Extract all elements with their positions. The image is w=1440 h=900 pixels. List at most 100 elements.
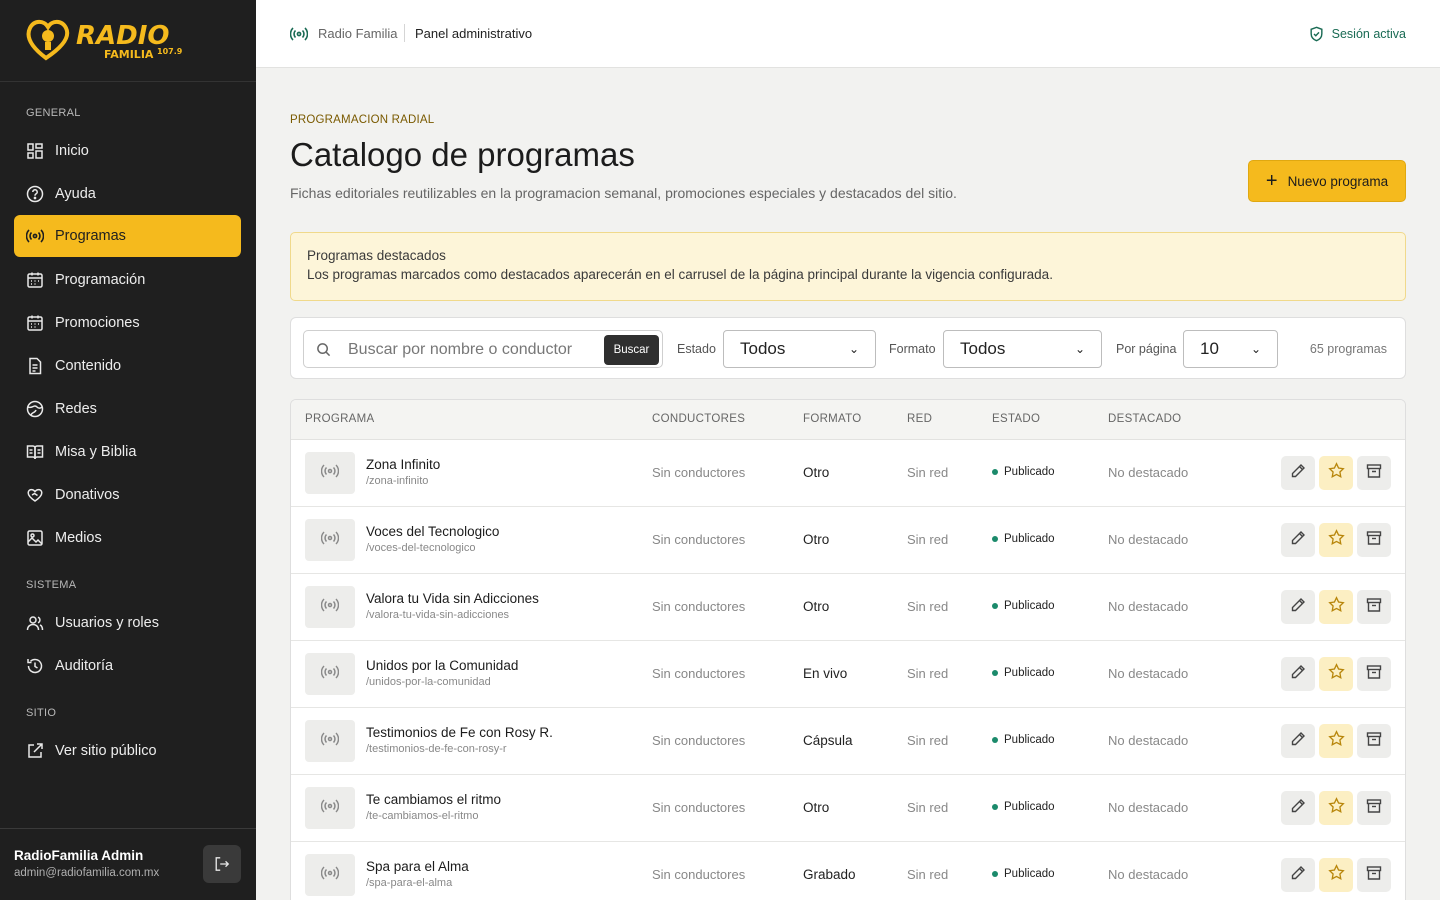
feature-button[interactable]	[1319, 590, 1353, 624]
sidebar-item-label: Programas	[55, 228, 126, 244]
breadcrumb-home[interactable]: Radio Familia	[318, 26, 397, 41]
program-slug: /valora-tu-vida-sin-adicciones	[366, 609, 510, 621]
edit-button[interactable]	[1281, 590, 1315, 624]
section-label-sistema: SISTEMA	[26, 579, 77, 591]
program-featured: No destacado	[1108, 800, 1189, 815]
sidebar-item-ver-sitio[interactable]: Ver sitio público	[14, 730, 241, 772]
program-featured: No destacado	[1108, 599, 1189, 614]
archive-button[interactable]	[1357, 590, 1391, 624]
edit-button[interactable]	[1281, 791, 1315, 825]
sidebar-item-promociones[interactable]: Promociones	[14, 302, 241, 344]
archive-button[interactable]	[1357, 456, 1391, 490]
program-name[interactable]: Zona Infinito	[366, 457, 440, 472]
broadcast-icon	[26, 227, 44, 245]
archive-button[interactable]	[1357, 523, 1391, 557]
archive-button[interactable]	[1357, 724, 1391, 758]
program-thumbnail	[305, 519, 355, 561]
feature-button[interactable]	[1319, 858, 1353, 892]
per-page-select[interactable]: 10 ⌄	[1183, 330, 1278, 368]
program-format: En vivo	[803, 666, 848, 681]
search-button[interactable]: Buscar	[604, 335, 659, 365]
feature-button[interactable]	[1319, 724, 1353, 758]
program-thumbnail	[305, 653, 355, 695]
sidebar-item-inicio[interactable]: Inicio	[14, 130, 241, 172]
table-row: Valora tu Vida sin Adicciones/valora-tu-…	[291, 574, 1405, 641]
topbar: Radio Familia Panel administrativo Sesió…	[256, 0, 1440, 68]
program-hosts: Sin conductores	[652, 532, 746, 547]
radio-familia-logo[interactable]: RADIO FAMILIA 107.9	[24, 14, 194, 64]
program-name[interactable]: Te cambiamos el ritmo	[366, 792, 501, 807]
edit-button[interactable]	[1281, 724, 1315, 758]
program-featured: No destacado	[1108, 867, 1189, 882]
image-icon	[26, 529, 44, 547]
status-label: Publicado	[1004, 533, 1055, 545]
table-row: Te cambiamos el ritmo/te-cambiamos-el-ri…	[291, 775, 1405, 842]
external-link-icon	[26, 742, 44, 760]
new-program-button[interactable]: + Nuevo programa	[1248, 160, 1406, 202]
archive-button[interactable]	[1357, 791, 1391, 825]
program-name[interactable]: Valora tu Vida sin Adicciones	[366, 591, 539, 606]
edit-button[interactable]	[1281, 523, 1315, 557]
table-row: Voces del Tecnologico/voces-del-tecnolog…	[291, 507, 1405, 574]
feature-button[interactable]	[1319, 657, 1353, 691]
sidebar-item-ayuda[interactable]: Ayuda	[14, 173, 241, 215]
broadcast-icon	[320, 462, 340, 485]
sidebar-item-programas[interactable]: Programas	[14, 215, 241, 257]
feature-button[interactable]	[1319, 791, 1353, 825]
sidebar-item-usuarios[interactable]: Usuarios y roles	[14, 602, 241, 644]
sidebar-item-misa-biblia[interactable]: Misa y Biblia	[14, 431, 241, 473]
status-dot	[992, 871, 998, 877]
program-format: Otro	[803, 800, 830, 815]
program-hosts: Sin conductores	[652, 800, 746, 815]
edit-button[interactable]	[1281, 657, 1315, 691]
status-badge: Publicado	[992, 667, 1055, 679]
per-page-label: Por página	[1116, 342, 1177, 356]
filters-bar: Buscar Estado Todos ⌄ Formato Todos ⌄ Po…	[290, 317, 1406, 379]
sidebar-item-donativos[interactable]: Donativos	[14, 474, 241, 516]
star-icon	[1327, 596, 1345, 618]
sidebar-item-label: Usuarios y roles	[55, 615, 159, 631]
archive-icon	[1366, 798, 1382, 819]
program-network: Sin red	[907, 867, 949, 882]
feature-button[interactable]	[1319, 456, 1353, 490]
edit-button[interactable]	[1281, 456, 1315, 490]
pencil-icon	[1290, 664, 1306, 685]
feature-button[interactable]	[1319, 523, 1353, 557]
program-name[interactable]: Voces del Tecnologico	[366, 524, 499, 539]
program-network: Sin red	[907, 800, 949, 815]
pencil-icon	[1290, 865, 1306, 886]
session-label: Sesión activa	[1331, 27, 1406, 41]
program-name[interactable]: Unidos por la Comunidad	[366, 658, 518, 673]
status-badge: Publicado	[992, 533, 1055, 545]
search-input[interactable]	[348, 337, 600, 363]
edit-button[interactable]	[1281, 858, 1315, 892]
sidebar-item-programacion[interactable]: Programación	[14, 259, 241, 301]
archive-button[interactable]	[1357, 657, 1391, 691]
formato-label: Formato	[889, 342, 936, 356]
status-badge: Publicado	[992, 734, 1055, 746]
programs-table: PROGRAMA CONDUCTORES FORMATO RED ESTADO …	[290, 399, 1406, 900]
program-name[interactable]: Spa para el Alma	[366, 859, 469, 874]
program-hosts: Sin conductores	[652, 867, 746, 882]
notice-text: Los programas marcados como destacados a…	[307, 267, 1053, 282]
program-name[interactable]: Testimonios de Fe con Rosy R.	[366, 725, 553, 740]
column-header-red: RED	[907, 413, 933, 425]
archive-button[interactable]	[1357, 858, 1391, 892]
sidebar-item-contenido[interactable]: Contenido	[14, 345, 241, 387]
formato-select[interactable]: Todos ⌄	[943, 330, 1102, 368]
user-email: admin@radiofamilia.com.mx	[14, 867, 160, 879]
breadcrumb-current: Panel administrativo	[415, 26, 533, 41]
column-header-formato: FORMATO	[803, 413, 862, 425]
program-format: Otro	[803, 599, 830, 614]
program-thumbnail	[305, 720, 355, 762]
sidebar-item-medios[interactable]: Medios	[14, 517, 241, 559]
program-slug: /voces-del-tecnologico	[366, 542, 476, 554]
sidebar-item-auditoria[interactable]: Auditoría	[14, 645, 241, 687]
logout-button[interactable]	[203, 845, 241, 883]
status-dot	[992, 804, 998, 810]
sidebar-item-redes[interactable]: Redes	[14, 388, 241, 430]
status-label: Publicado	[1004, 801, 1055, 813]
estado-select[interactable]: Todos ⌄	[723, 330, 876, 368]
user-box: RadioFamilia Admin admin@radiofamilia.co…	[0, 828, 256, 900]
program-slug: /zona-infinito	[366, 475, 429, 487]
